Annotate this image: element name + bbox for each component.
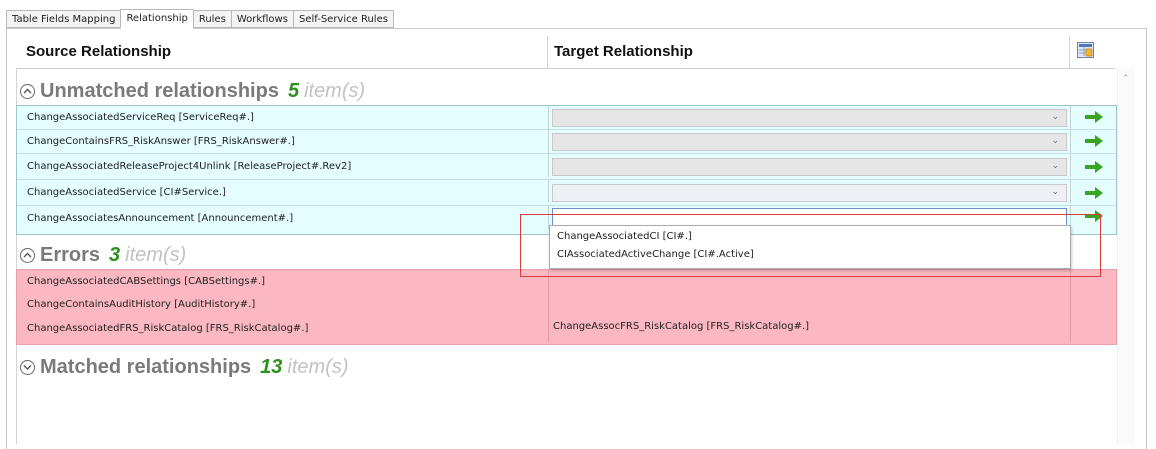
map-arrow-icon[interactable] xyxy=(1085,135,1103,147)
target-cell: ChangeAssocFRS_RiskCatalog [FRS_RiskCata… xyxy=(548,316,1070,342)
source-cell: ChangeAssociatedReleaseProject4Unlink [R… xyxy=(27,161,352,172)
scroll-up-icon[interactable]: ⌃ xyxy=(1122,74,1130,84)
dropdown-option[interactable]: CIAssociatedActiveChange [CI#.Active] xyxy=(550,246,1070,264)
column-divider xyxy=(1069,36,1070,68)
action-cell xyxy=(1070,316,1116,342)
target-relationship-select[interactable]: ⌄ xyxy=(552,133,1067,151)
target-cell: ⌄ xyxy=(548,154,1070,177)
target-cell: ⌄ xyxy=(548,180,1070,203)
group-items-label: item(s) xyxy=(287,355,349,378)
target-cell xyxy=(548,270,1070,294)
target-cell xyxy=(548,294,1070,316)
action-cell xyxy=(1070,130,1116,153)
source-cell: ChangeAssociatedService [CI#Service.] xyxy=(27,187,226,198)
group-count: 3 xyxy=(109,243,121,266)
source-cell: ChangeContainsAuditHistory [AuditHistory… xyxy=(27,299,256,310)
target-relationship-select[interactable]: ⌄ xyxy=(552,184,1067,202)
tab-self-service-rules[interactable]: Self-Service Rules xyxy=(292,10,394,28)
group-items-label: item(s) xyxy=(304,79,366,102)
table-row: ChangeAssociatedService [CI#Service.] ⌄ xyxy=(17,180,1116,206)
chevron-down-icon[interactable]: ⌄ xyxy=(1051,187,1059,197)
tab-workflows[interactable]: Workflows xyxy=(230,10,293,28)
source-relationship-header: Source Relationship xyxy=(26,43,172,60)
target-relationship-select[interactable] xyxy=(552,208,1067,226)
target-relationship-select[interactable]: ⌄ xyxy=(552,109,1067,127)
group-title: Errors xyxy=(40,243,101,266)
source-cell: ChangeAssociatedFRS_RiskCatalog [FRS_Ris… xyxy=(27,323,309,334)
source-cell: ChangeAssociatedServiceReq [ServiceReq#.… xyxy=(27,112,254,123)
action-cell xyxy=(1070,180,1116,203)
group-title: Unmatched relationships xyxy=(40,79,279,102)
chevron-down-icon[interactable]: ⌄ xyxy=(1051,136,1059,146)
error-rows: ChangeAssociatedCABSettings [CABSettings… xyxy=(16,269,1117,345)
action-cell xyxy=(1070,154,1116,177)
map-arrow-icon[interactable] xyxy=(1085,210,1103,222)
collapse-chevron-icon[interactable] xyxy=(20,247,35,263)
dropdown-option[interactable]: ChangeAssociatedCI [CI#.] xyxy=(550,228,1070,246)
unmatched-rows: ChangeAssociatedServiceReq [ServiceReq#.… xyxy=(16,105,1117,235)
table-row: ChangeAssociatedFRS_RiskCatalog [FRS_Ris… xyxy=(17,316,1116,342)
unmatched-group-header[interactable]: Unmatched relationships 5 item(s) xyxy=(16,77,365,105)
tab-relationship[interactable]: Relationship xyxy=(120,9,193,29)
table-row: ChangeAssociatedCABSettings [CABSettings… xyxy=(17,270,1116,294)
group-title: Matched relationships xyxy=(40,355,252,378)
group-count: 13 xyxy=(260,355,283,378)
action-cell xyxy=(1070,106,1116,129)
source-cell: ChangeAssociatedCABSettings [CABSettings… xyxy=(27,276,266,287)
target-relationship-select[interactable]: ⌄ xyxy=(552,158,1067,176)
vertical-scrollbar[interactable]: ⌃ xyxy=(1117,68,1134,444)
matched-group-header[interactable]: Matched relationships 13 item(s) xyxy=(16,353,349,381)
grid-settings-icon[interactable] xyxy=(1077,42,1094,58)
map-arrow-icon[interactable] xyxy=(1085,187,1103,199)
table-row: ChangeAssociatedServiceReq [ServiceReq#.… xyxy=(17,106,1116,130)
map-arrow-icon[interactable] xyxy=(1085,111,1103,123)
tab-table-fields-mapping[interactable]: Table Fields Mapping xyxy=(6,10,121,28)
chevron-down-icon[interactable]: ⌄ xyxy=(1051,112,1059,122)
source-cell: ChangeContainsFRS_RiskAnswer [FRS_RiskAn… xyxy=(27,136,295,147)
tab-strip: Table Fields Mapping Relationship Rules … xyxy=(6,9,394,29)
target-cell: ⌄ xyxy=(548,106,1070,129)
target-relationship-header: Target Relationship xyxy=(554,43,693,60)
expand-chevron-icon[interactable] xyxy=(20,359,35,375)
table-row: ChangeContainsFRS_RiskAnswer [FRS_RiskAn… xyxy=(17,130,1116,154)
table-row: ChangeContainsAuditHistory [AuditHistory… xyxy=(17,294,1116,316)
errors-group-header[interactable]: Errors 3 item(s) xyxy=(16,241,186,269)
action-cell xyxy=(1070,270,1116,294)
chevron-down-icon[interactable]: ⌄ xyxy=(1051,161,1059,171)
target-cell: ⌄ xyxy=(548,130,1070,153)
grid-header: Source Relationship Target Relationship xyxy=(16,36,1115,69)
map-arrow-icon[interactable] xyxy=(1085,161,1103,173)
source-cell: ChangeAssociatesAnnouncement [Announceme… xyxy=(27,213,294,224)
column-divider xyxy=(547,36,548,68)
collapse-chevron-icon[interactable] xyxy=(20,83,35,99)
group-items-label: item(s) xyxy=(125,243,187,266)
target-relationship-dropdown-list: ChangeAssociatedCI [CI#.] CIAssociatedAc… xyxy=(549,225,1071,269)
action-cell xyxy=(1070,294,1116,316)
tab-rules[interactable]: Rules xyxy=(192,10,231,28)
group-count: 5 xyxy=(287,79,300,102)
table-row: ChangeAssociatedReleaseProject4Unlink [R… xyxy=(17,154,1116,180)
action-cell xyxy=(1070,206,1116,229)
